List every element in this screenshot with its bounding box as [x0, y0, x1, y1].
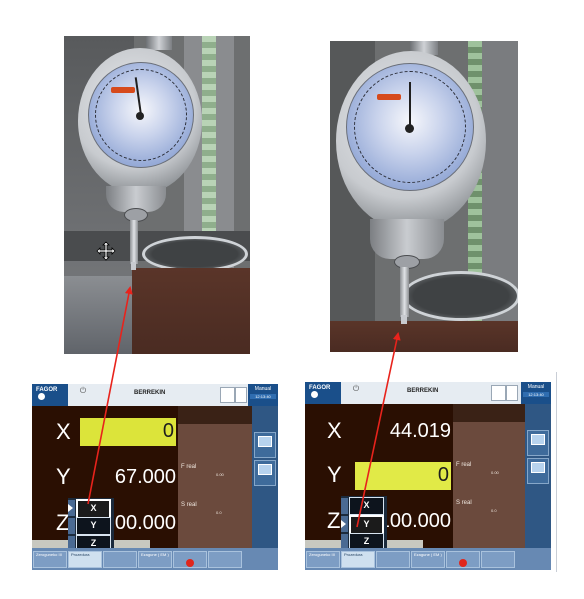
axis-y-value: 67.000	[114, 466, 176, 488]
left-cnc-screen: FAGOR ⏻ BERREKIN Manual 12:13:40 X 0 Y 67…	[32, 384, 278, 570]
stop-icon	[459, 559, 467, 567]
f-prog-value: 0.00	[491, 470, 499, 475]
fagor-logo: FAGOR	[305, 382, 341, 404]
axis-select-popup: X Y Z	[341, 496, 387, 552]
header-status-box	[506, 385, 518, 401]
axis-z-label: Z	[327, 508, 341, 533]
softkey-6[interactable]	[208, 551, 242, 568]
stop-icon	[186, 559, 194, 567]
softkey-2[interactable]: Prozedura	[341, 551, 375, 568]
popup-axis-x[interactable]: X	[349, 497, 384, 515]
axis-y-highlight: 0	[355, 462, 451, 490]
header-status-box	[235, 387, 247, 403]
mode-manual: Manual 12:13:40	[248, 384, 278, 406]
f-real-label: F real	[456, 462, 472, 468]
mode-manual: Manual 12:13:40	[521, 382, 551, 404]
f-prog-value: 0.00	[216, 472, 224, 477]
softkey-4[interactable]: Ezagune ( EM )	[138, 551, 172, 568]
header-status-box	[491, 385, 506, 401]
dial-face	[88, 62, 194, 168]
right-photo	[330, 41, 518, 352]
softkey-3[interactable]	[103, 551, 137, 568]
dial-face	[346, 63, 474, 191]
right-cnc-screen: FAGOR ⏻ BERREKIN Manual 12:13:40 X 44.019…	[305, 382, 551, 570]
status-panel: F real 0.00 S real 0.0	[178, 406, 252, 548]
axis-y-value: 0	[437, 464, 449, 486]
axis-select-popup: X Y Z	[68, 498, 114, 554]
workpiece-block	[132, 268, 250, 354]
popup-axis-y[interactable]: Y	[349, 515, 384, 535]
header-status-box	[220, 387, 235, 403]
s-real-label: S real	[456, 500, 472, 506]
s-prog-value: 0.0	[491, 508, 497, 513]
softkey-1[interactable]: Zeroguneko III	[306, 551, 340, 568]
vertical-softkeys	[525, 404, 551, 548]
axis-x-label: X	[56, 419, 71, 444]
softkey-offsets[interactable]	[527, 430, 549, 456]
axis-y-label: Y	[327, 462, 342, 487]
axis-z-value: 100.000	[103, 512, 176, 534]
axis-z-value: 100.000	[378, 510, 451, 532]
axis-x-value: 44.019	[389, 420, 451, 442]
softkey-measure[interactable]	[254, 460, 276, 486]
workpiece-block	[330, 321, 518, 352]
mode-title: BERREKIN	[134, 390, 166, 396]
bottom-softkeys: Zeroguneko III Prozedura Ezagune ( EM )	[305, 548, 551, 570]
axis-x-value: 0	[162, 420, 174, 442]
axis-y-label: Y	[56, 464, 71, 489]
power-icon[interactable]: ⏻	[72, 386, 94, 404]
softkey-1[interactable]: Zeroguneko III	[33, 551, 67, 568]
f-real-label: F real	[181, 464, 197, 470]
bottom-softkeys: Zeroguneko III Prozedura Ezagune ( EM )	[32, 548, 278, 570]
power-icon[interactable]: ⏻	[345, 384, 367, 402]
softkey-2[interactable]: Prozedura	[68, 551, 102, 568]
fagor-logo: FAGOR	[32, 384, 68, 406]
s-prog-value: 0.0	[216, 510, 222, 515]
softkey-5[interactable]	[173, 551, 207, 568]
softkey-measure[interactable]	[527, 458, 549, 484]
softkey-3[interactable]	[376, 551, 410, 568]
softkey-6[interactable]	[481, 551, 515, 568]
s-real-label: S real	[181, 502, 197, 508]
status-panel: F real 0.00 S real 0.0	[453, 404, 525, 548]
softkey-offsets[interactable]	[254, 432, 276, 458]
axis-x-highlight: 0	[80, 418, 176, 446]
softkey-4[interactable]: Ezagune ( EM )	[411, 551, 445, 568]
axis-x-label: X	[327, 418, 342, 443]
softkey-5[interactable]	[446, 551, 480, 568]
steel-ring	[142, 236, 248, 272]
popup-axis-y[interactable]: Y	[76, 517, 111, 535]
divider-line	[556, 372, 557, 572]
move-cursor-icon	[96, 241, 116, 261]
popup-axis-x[interactable]: X	[76, 499, 111, 519]
left-photo	[64, 36, 250, 354]
vertical-softkeys	[252, 406, 278, 548]
mode-title: BERREKIN	[407, 388, 439, 394]
steel-ring	[402, 271, 518, 321]
